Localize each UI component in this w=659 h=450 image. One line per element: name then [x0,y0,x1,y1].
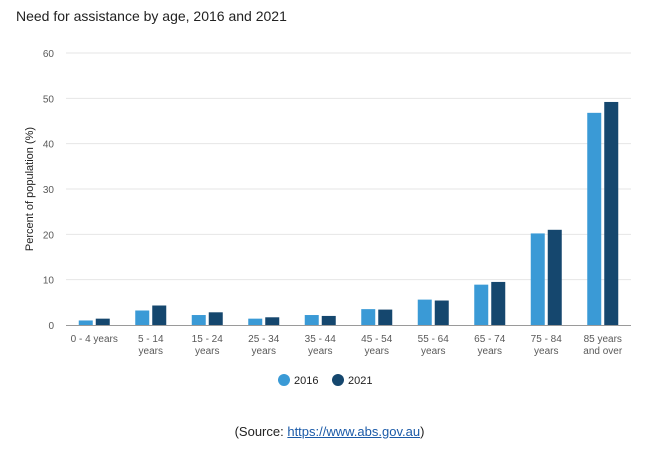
x-tick-label: 5 - 14 years [138,334,164,357]
x-tick-label: 0 - 4 years [71,334,118,345]
bar-2021 [265,317,280,325]
bar-2021 [547,229,562,325]
y-tick-label: 50 [43,94,55,105]
bar-2016 [248,318,263,325]
x-tick-label: 65 - 74 years [474,334,506,357]
y-tick-label: 10 [43,276,55,287]
bar-2021 [604,101,619,326]
bar-2021 [378,309,393,325]
y-tick-label: 0 [48,321,54,332]
bar-2016 [135,310,150,325]
bar-2021 [491,281,506,325]
bar-2021 [321,315,336,325]
x-tick-label: 45 - 54 years [361,334,393,357]
bar-2021 [208,312,223,325]
x-tick-label: 85 years and over [583,334,623,357]
legend-label-2021: 2021 [348,375,372,387]
bar-2021 [95,318,110,325]
x-tick-label: 35 - 44 years [305,334,337,357]
x-tick-label: 75 - 84 years [531,334,563,357]
source-link[interactable]: https://www.abs.gov.au [287,424,420,439]
bar-2016 [530,233,545,325]
bar-2021 [434,300,449,325]
x-tick-label: 15 - 24 years [192,334,224,357]
source-note: (Source: https://www.abs.gov.au) [0,424,659,439]
y-axis-label: Percent of population (%) [24,127,36,251]
bar-2016 [417,299,432,325]
bar-2016 [474,284,489,325]
bar-2016 [361,309,376,325]
bar-2016 [587,112,602,325]
y-tick-label: 20 [43,230,55,241]
bar-2016 [78,320,93,325]
x-tick-label: 25 - 34 years [248,334,280,357]
y-tick-label: 30 [43,185,55,196]
x-tick-label: 55 - 64 years [418,334,450,357]
bar-2021 [152,305,167,325]
bar-2016 [191,315,206,325]
bar-chart: 0 10 20 30 40 50 60 Percent of population (%) 0 … [24,49,631,387]
legend-label-2016: 2016 [294,375,318,387]
legend-marker-2021 [332,374,344,386]
source-suffix: ) [420,424,425,439]
source-prefix: (Source: [234,424,288,439]
bar-2016 [304,315,319,325]
y-tick-label: 60 [43,49,55,60]
y-tick-label: 40 [43,140,55,151]
legend-marker-2016 [278,374,290,386]
